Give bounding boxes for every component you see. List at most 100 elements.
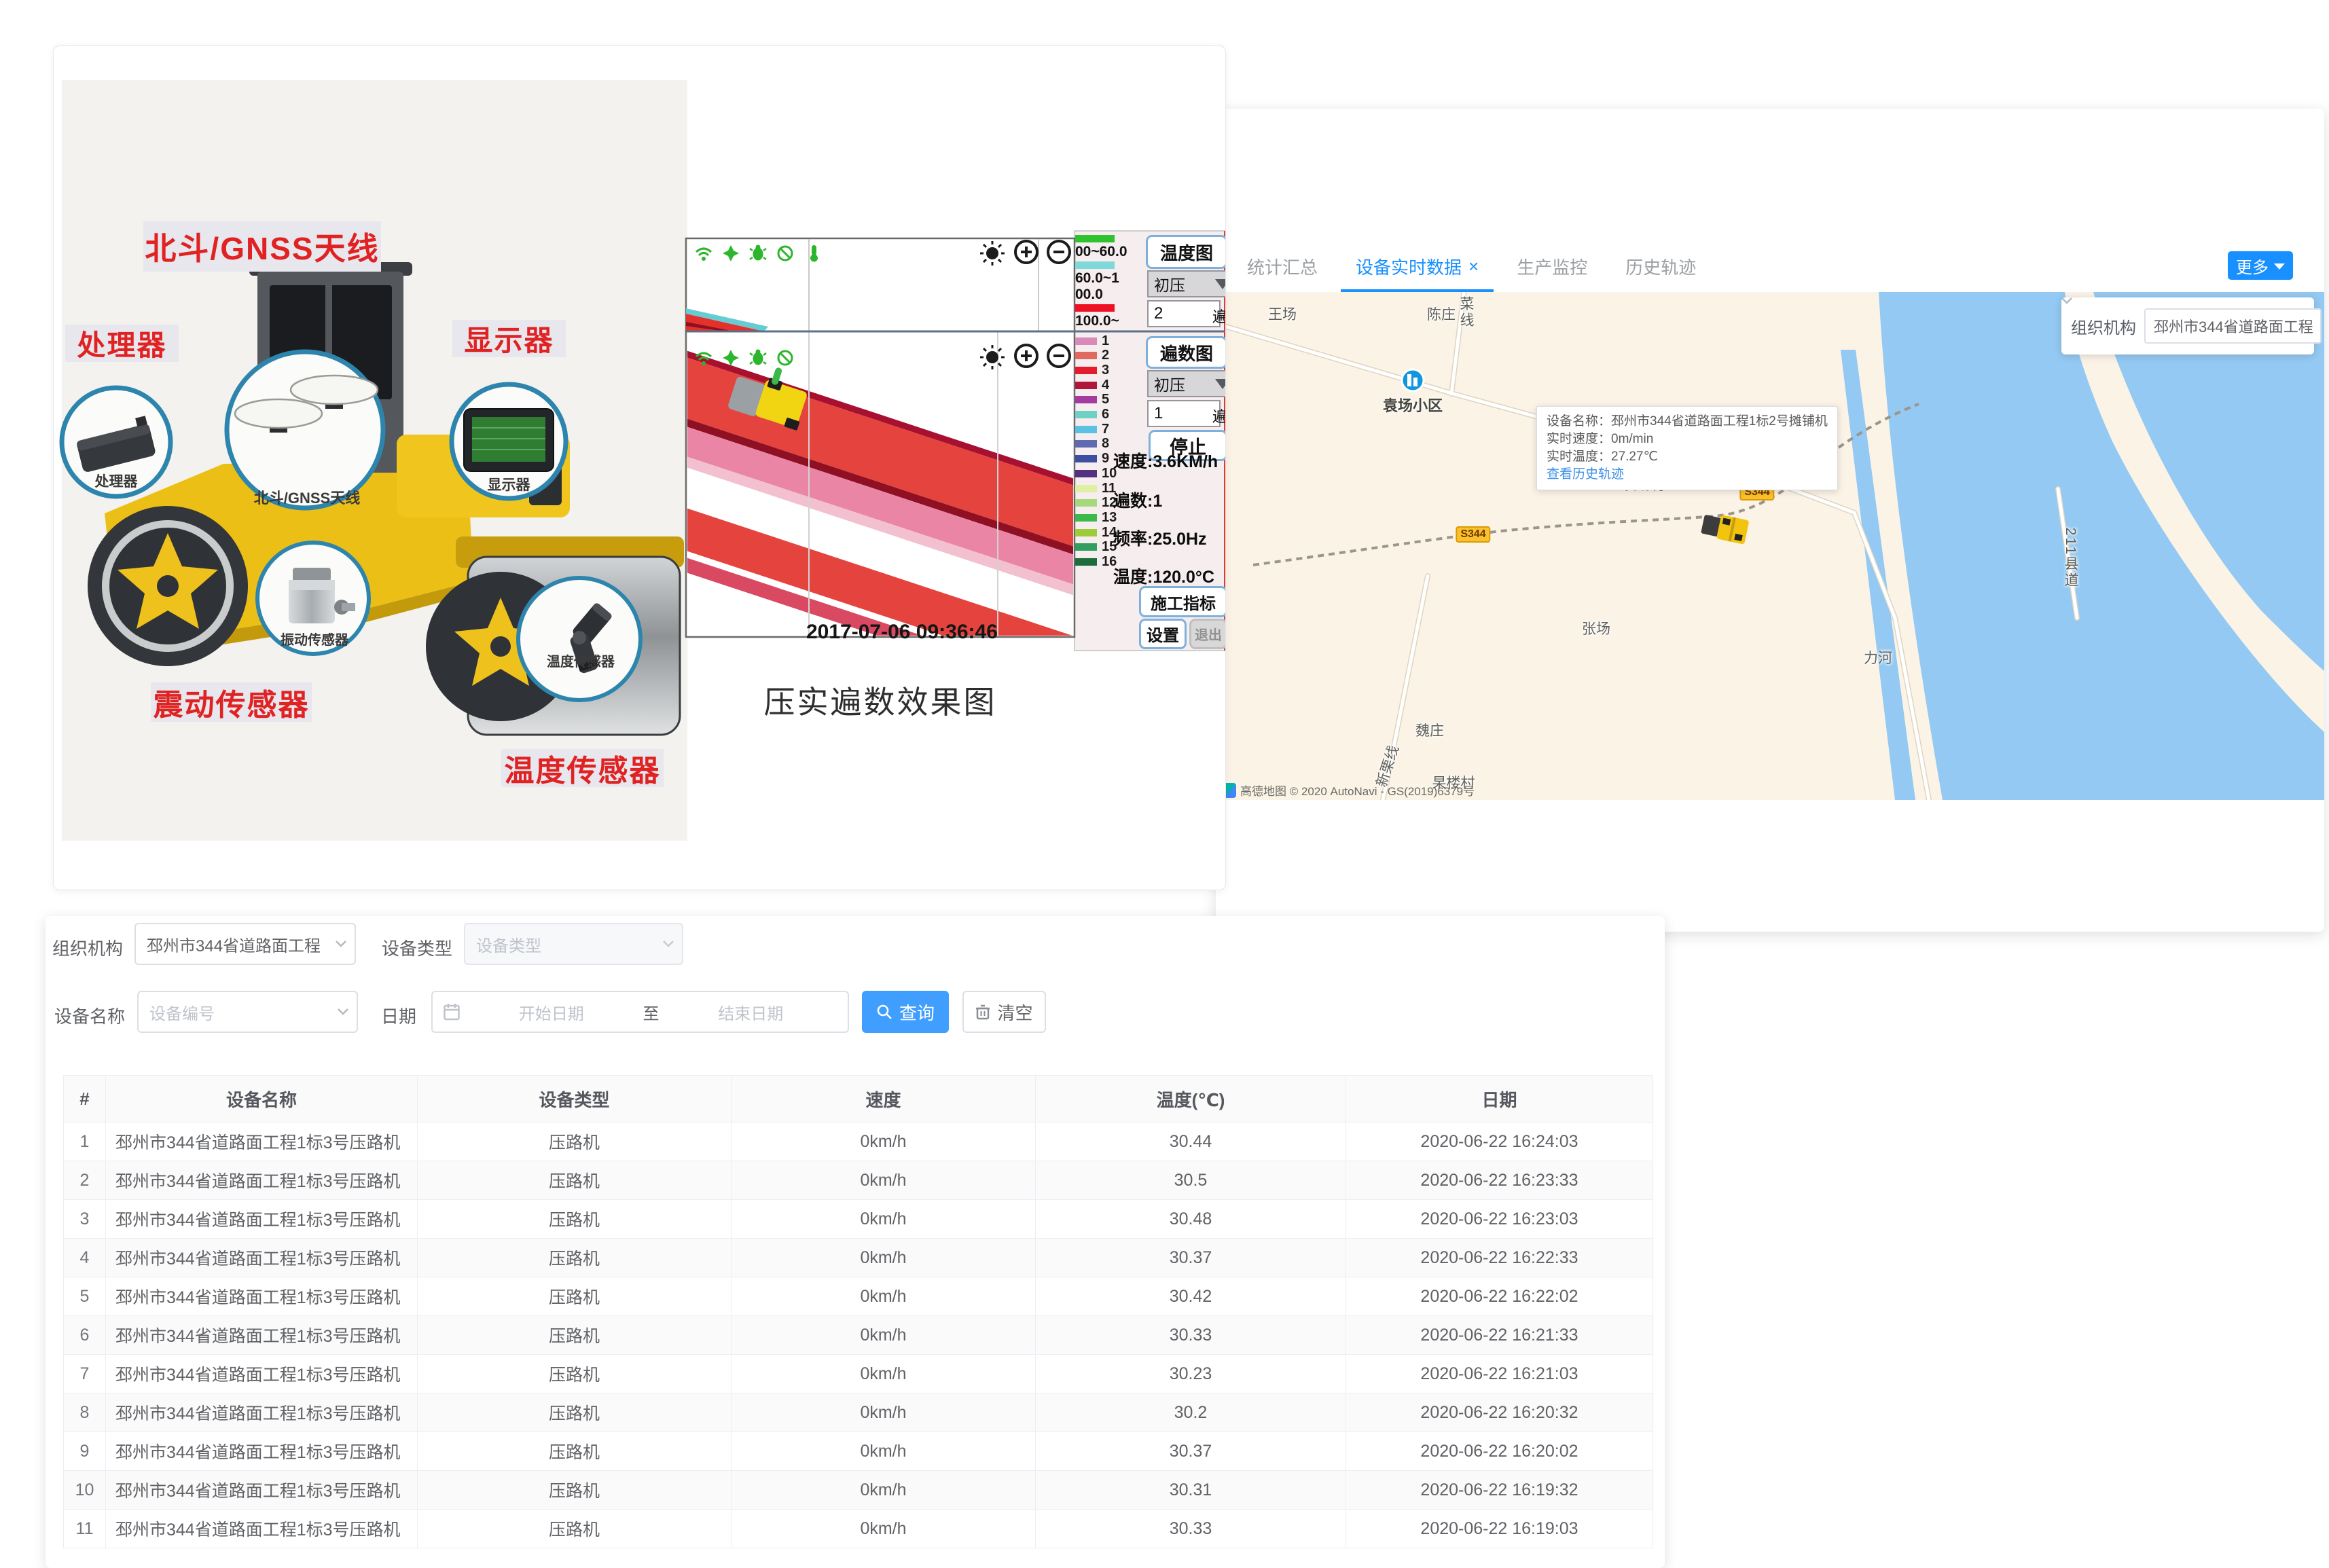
temperature-readout: 温度:120.0°C <box>1113 564 1226 588</box>
tab-label: 设备实时数据 <box>1356 254 1462 279</box>
pass-color-row: 3 <box>1075 363 1121 377</box>
pass-color-row: 1 <box>1075 334 1121 348</box>
tooltip-lines: 设备名称：邳州市344省道路面工程1标2号摊铺机实时速度：0m/min实时温度：… <box>1547 413 1828 466</box>
poi-marker[interactable] <box>1402 369 1424 391</box>
table-row: 4邳州市344省道路面工程1标3号压路机压路机0km/h30.372020-06… <box>64 1239 1653 1277</box>
org-filter-select[interactable]: 邳州市344省道路面工程 <box>2144 308 2322 344</box>
table-cell: 压路机 <box>418 1393 732 1432</box>
table-cell: 压路机 <box>418 1510 732 1548</box>
map-label: 王场 <box>1268 304 1297 324</box>
org-select-value: 邳州市344省道路面工程 <box>147 932 321 956</box>
device-table: #设备名称设备类型速度温度(℃)日期 1邳州市344省道路面工程1标3号压路机压… <box>63 1075 1653 1548</box>
table-header-cell: # <box>64 1076 106 1123</box>
table-cell: 压路机 <box>418 1355 732 1393</box>
diagram-timestamp: 2017-07-06 09:36:46 <box>806 621 998 644</box>
pass-color-swatch <box>1075 485 1097 492</box>
table-cell: 7 <box>64 1355 106 1393</box>
table-cell: 30.2 <box>1036 1393 1346 1432</box>
table-cell: 压路机 <box>418 1200 732 1239</box>
table-cell: 0km/h <box>732 1316 1036 1355</box>
table-cell: 2 <box>64 1161 106 1200</box>
tab-2[interactable]: 生产监控 <box>1502 241 1602 292</box>
pass-color-swatch <box>1075 470 1097 477</box>
table-cell: 30.5 <box>1036 1161 1346 1200</box>
device-type-select[interactable]: 设备类型 <box>464 923 683 965</box>
temp-scale-bar <box>1075 235 1115 242</box>
pass-color-swatch <box>1075 411 1097 418</box>
table-cell: 2020-06-22 16:20:02 <box>1346 1432 1653 1471</box>
map-area[interactable]: 袁场小区 王场陈庄菜线袁场村张场魏庄杲楼村新栗线力河211县道 S344S344… <box>1216 292 2324 800</box>
frequency-readout: 频率:25.0Hz <box>1113 526 1226 550</box>
table-header-cell: 设备类型 <box>418 1076 732 1123</box>
pass-number: 4 <box>1102 378 1121 393</box>
tab-1[interactable]: 设备实时数据 × <box>1341 241 1494 292</box>
date-end-placeholder: 结束日期 <box>665 1000 837 1024</box>
search-icon <box>876 1004 892 1020</box>
tooltip-row: 设备名称：邳州市344省道路面工程1标2号摊铺机 <box>1547 413 1828 431</box>
table-row: 9邳州市344省道路面工程1标3号压路机压路机0km/h30.372020-06… <box>64 1432 1653 1471</box>
table-cell: 30.31 <box>1036 1471 1346 1510</box>
speed-readout: 速度:3.6KM/h <box>1113 448 1226 473</box>
temp-scale-label: 00.0 <box>1075 287 1117 303</box>
table-row: 8邳州市344省道路面工程1标3号压路机压路机0km/h30.22020-06-… <box>64 1393 1653 1432</box>
table-cell: 30.44 <box>1036 1123 1346 1161</box>
table-cell: 压路机 <box>418 1239 732 1277</box>
table-cell: 30.37 <box>1036 1432 1346 1471</box>
diagram-caption: 压实遍数效果图 <box>686 678 1075 723</box>
chevron-down-icon <box>2061 297 2072 304</box>
table-header-cell: 温度(℃) <box>1036 1076 1346 1123</box>
table-cell: 0km/h <box>732 1239 1036 1277</box>
map-canvas[interactable] <box>1216 292 2324 800</box>
org-filter-label: 组织机构 <box>2071 314 2136 338</box>
pass-color-swatch <box>1075 499 1097 507</box>
table-cell: 邳州市344省道路面工程1标3号压路机 <box>106 1277 418 1316</box>
table-cell: 11 <box>64 1510 106 1548</box>
org-select[interactable]: 邳州市344省道路面工程 <box>134 923 356 965</box>
pass-color-swatch <box>1075 426 1097 433</box>
chevron-down-icon <box>2274 263 2285 270</box>
view-history-link[interactable]: 查看历史轨迹 <box>1547 466 1828 484</box>
tab-close-icon[interactable]: × <box>1468 256 1479 277</box>
table-cell: 0km/h <box>732 1510 1036 1548</box>
chevron-down-icon <box>663 941 674 947</box>
filter-date-label: 日期 <box>381 1003 416 1028</box>
table-cell: 0km/h <box>732 1432 1036 1471</box>
label-processor: 处理器 <box>65 325 179 362</box>
device-name-select[interactable]: 设备编号 <box>137 991 358 1033</box>
filter-org-label: 组织机构 <box>52 935 123 960</box>
more-button[interactable]: 更多 <box>2228 251 2293 280</box>
device-type-placeholder: 设备类型 <box>476 932 541 956</box>
table-cell: 6 <box>64 1316 106 1355</box>
sublabel-display: 显示器 <box>478 474 539 494</box>
map-label: 菜线 <box>1456 296 1476 329</box>
table-cell: 0km/h <box>732 1123 1036 1161</box>
table-cell: 邳州市344省道路面工程1标3号压路机 <box>106 1355 418 1393</box>
exit-button: 退出 <box>1189 619 1226 649</box>
table-cell: 0km/h <box>732 1393 1036 1432</box>
date-range-input[interactable]: 开始日期 至 结束日期 <box>431 991 849 1033</box>
tab-0[interactable]: 统计汇总 <box>1232 241 1333 292</box>
dropdown-arrow-icon <box>1215 279 1226 289</box>
settings-button: 设置 <box>1139 619 1187 649</box>
table-cell: 邳州市344省道路面工程1标3号压路机 <box>106 1239 418 1277</box>
sublabel-processor: 处理器 <box>86 471 147 491</box>
temp-mode-value: 初压 <box>1154 272 1185 295</box>
pass-color-swatch <box>1075 382 1097 389</box>
search-button[interactable]: 查询 <box>862 991 949 1033</box>
table-cell: 0km/h <box>732 1355 1036 1393</box>
filter-type-label: 设备类型 <box>382 935 452 960</box>
tab-label: 生产监控 <box>1517 254 1587 279</box>
label-display: 显示器 <box>452 320 566 357</box>
pass-color-row: 2 <box>1075 349 1121 363</box>
table-row: 6邳州市344省道路面工程1标3号压路机压路机0km/h30.332020-06… <box>64 1316 1653 1355</box>
table-cell: 压路机 <box>418 1123 732 1161</box>
table-cell: 2020-06-22 16:22:33 <box>1346 1239 1653 1277</box>
device-data-panel: 组织机构 邳州市344省道路面工程 设备类型 设备类型 设备名称 设备编号 日期… <box>46 916 1665 1568</box>
map-tabs: 统计汇总设备实时数据 × 生产监控历史轨迹 <box>1216 241 1711 292</box>
tab-3[interactable]: 历史轨迹 <box>1610 241 1711 292</box>
temp-scale-label: 00~60.0 <box>1075 244 1117 260</box>
map-label: 211县道 <box>2060 528 2080 589</box>
attribution-text: 高德地图 © 2020 AutoNavi - GS(2019)6379号 <box>1240 782 1475 799</box>
table-cell: 8 <box>64 1393 106 1432</box>
clear-button[interactable]: 清空 <box>962 991 1046 1033</box>
